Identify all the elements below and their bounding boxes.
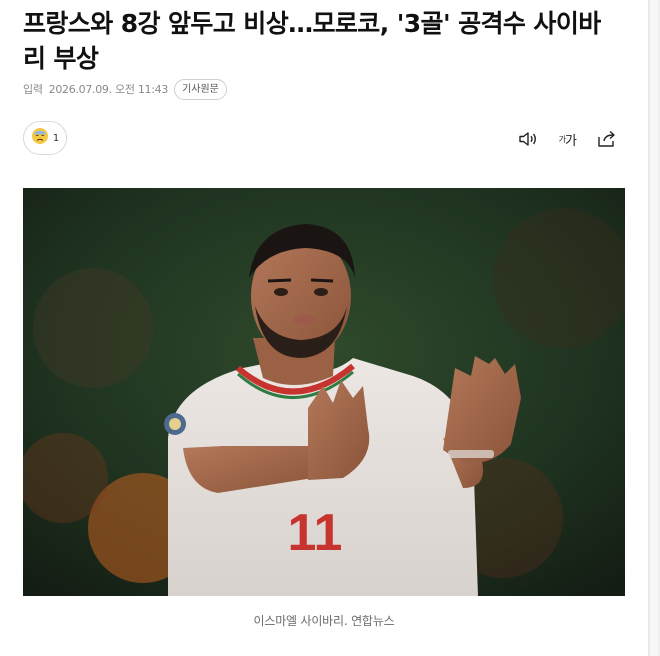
font-size-large-label: 가 (565, 133, 577, 149)
original-article-button[interactable]: 기사원문 (174, 78, 227, 100)
article-headline: 프랑스와 8강 앞두고 비상…모로코, '3골' 공격수 사이바리 부상 (23, 9, 601, 73)
reaction-button[interactable]: 1 (23, 121, 67, 155)
jersey-number: 11 (288, 504, 343, 562)
reaction-count: 1 (52, 132, 60, 144)
font-size-button[interactable]: 가가 (559, 130, 577, 149)
scrollbar-thumb[interactable] (651, 0, 658, 656)
article-toolbar: 가가 (517, 125, 618, 153)
publish-date: 2026.07.09. 오전 11:43 (48, 83, 169, 96)
article-photo: 11 (23, 188, 625, 596)
sad-face-emoji-icon (31, 127, 49, 149)
share-icon[interactable] (596, 129, 618, 149)
speaker-icon[interactable] (517, 130, 539, 148)
page-scrollbar[interactable] (648, 0, 660, 656)
article-meta: 입력 2026.07.09. 오전 11:43 기사원문 (23, 78, 227, 100)
photo-caption: 이스마엘 사이바리. 연합뉴스 (253, 614, 395, 628)
input-label: 입력 (23, 83, 43, 96)
